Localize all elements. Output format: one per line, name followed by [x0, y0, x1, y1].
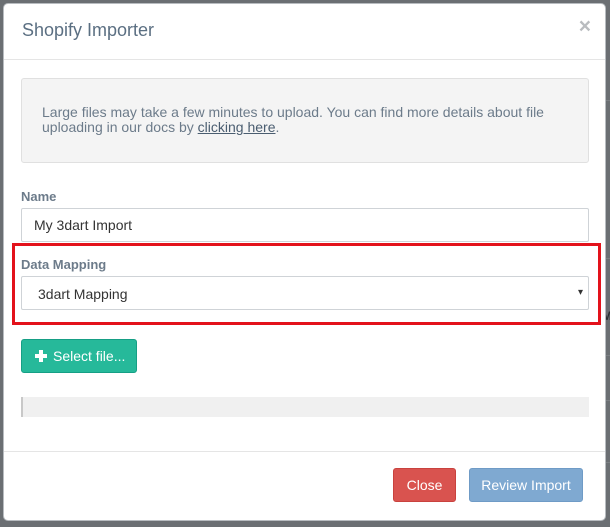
plus-icon — [35, 350, 47, 362]
review-import-button[interactable]: Review Import — [469, 468, 583, 502]
upload-info-box: Large files may take a few minutes to up… — [21, 78, 589, 163]
docs-link[interactable]: clicking here — [198, 119, 276, 135]
name-label: Name — [21, 189, 57, 204]
data-mapping-select[interactable]: 3dart Mapping ▾ — [21, 276, 589, 310]
data-mapping-value: 3dart Mapping — [38, 286, 128, 302]
close-button[interactable]: Close — [393, 468, 456, 502]
modal-body: Large files may take a few minutes to up… — [4, 60, 605, 420]
name-input[interactable] — [21, 208, 589, 242]
modal-header: Shopify Importer × — [4, 4, 605, 60]
close-icon[interactable]: × — [579, 16, 591, 37]
select-file-label: Select file... — [53, 348, 126, 364]
importer-modal: Shopify Importer × Large files may take … — [3, 3, 606, 521]
upload-progress-area — [21, 397, 589, 417]
chevron-down-icon: ▾ — [577, 287, 583, 298]
modal-footer: Close Review Import — [4, 451, 605, 520]
select-file-button[interactable]: Select file... — [21, 339, 137, 373]
modal-title: Shopify Importer — [22, 20, 155, 40]
upload-info-suffix: . — [275, 119, 280, 135]
data-mapping-label: Data Mapping — [21, 257, 107, 272]
upload-info-text: Large files may take a few minutes to up… — [42, 104, 544, 135]
